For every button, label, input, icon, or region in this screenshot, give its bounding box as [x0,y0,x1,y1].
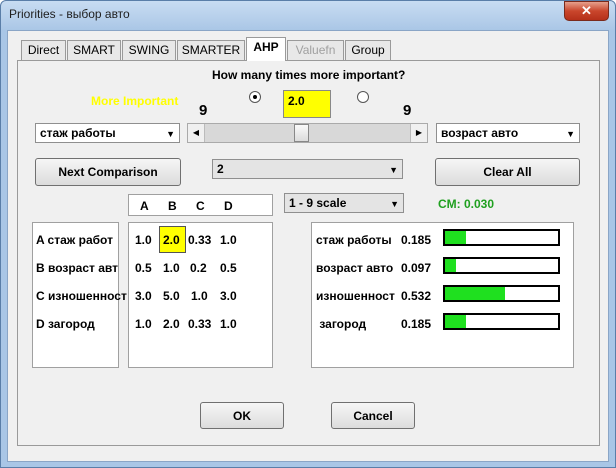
matrix-cell[interactable]: 2.0 [163,317,180,331]
matrix-cell[interactable]: 0.33 [188,233,211,247]
weight-label: стаж работы [316,233,392,247]
matrix-cell[interactable]: 3.0 [220,289,237,303]
tab-direct[interactable]: Direct [21,40,66,60]
slider-thumb[interactable] [294,124,310,142]
weight-bar [443,257,560,274]
slider-left-arrow-icon[interactable]: ◀ [188,124,205,142]
weight-bar [443,285,560,302]
weight-label: изношенност [316,289,395,303]
matrix-cell[interactable]: 1.0 [163,261,180,275]
tab-group[interactable]: Group [345,40,391,60]
matrix-col-header: C [196,199,205,213]
scale-right-label: 9 [403,102,412,119]
weight-value: 0.097 [401,261,432,275]
right-criterion-select[interactable]: возраст авто ▼ [436,123,580,143]
weight-bar-fill [445,287,506,300]
tab-valuefn: Valuefn [287,40,344,60]
title-bar[interactable]: Priorities - выбор авто ✕ [0,0,614,30]
ratio-value-field[interactable]: 2.0 [283,90,331,118]
matrix-values: 1.0 2.0 0.33 1.0 0.5 1.0 0.2 0.5 3.0 5.0… [128,222,273,368]
chevron-down-icon: ▼ [166,129,175,139]
slider-right-arrow-icon[interactable]: ▶ [410,124,427,142]
close-button[interactable]: ✕ [564,1,609,21]
window-title: Priorities - выбор авто [9,7,130,21]
scale-select[interactable]: 1 - 9 scale ▼ [284,193,404,213]
weight-label: загород [316,317,367,331]
left-criterion-value: стаж работы [40,126,116,140]
weight-bar-fill [445,259,456,272]
matrix-cell[interactable]: 1.0 [220,233,237,247]
chevron-down-icon: ▼ [389,165,398,175]
comparison-select-value: 2 [217,162,224,176]
question-label: How many times more important? [212,68,406,82]
ok-button[interactable]: OK [200,402,284,429]
matrix-row-labels: A стаж работ B возраст авт C изношенност… [32,222,127,368]
weight-bar [443,229,560,246]
weight-bar [443,313,560,330]
weight-value: 0.532 [401,289,432,303]
matrix-header: A B C D [128,194,273,216]
weight-bar-fill [445,315,466,328]
tab-swing[interactable]: SWING [122,40,176,60]
more-important-label: More Important [91,94,179,108]
matrix-col-header: A [140,199,149,213]
weights-panel: стаж работы 0.185 возраст авто 0.097 изн… [311,222,574,368]
matrix-row-label: A стаж работ [36,233,113,247]
matrix-cell[interactable]: 5.0 [163,289,180,303]
matrix-col-header: B [168,199,177,213]
tab-ahp[interactable]: AHP [246,37,286,61]
radio-right[interactable] [357,91,369,103]
weight-label: возраст авто [316,261,394,275]
comparison-select[interactable]: 2 ▼ [212,159,403,179]
importance-slider[interactable]: ◀ ▶ [187,123,428,143]
matrix-cell[interactable]: 2.0 [163,233,180,247]
matrix-cell[interactable]: 1.0 [191,289,208,303]
matrix-row-label: D загород [36,317,95,331]
weight-bar-fill [445,231,466,244]
matrix-cell[interactable]: 1.0 [135,233,152,247]
right-criterion-value: возраст авто [441,126,519,140]
matrix-cell[interactable]: 1.0 [220,317,237,331]
scale-left-label: 9 [199,102,208,119]
cancel-button[interactable]: Cancel [331,402,415,429]
consistency-measure: CM: 0.030 [438,197,495,211]
weight-value: 0.185 [401,317,432,331]
matrix-row-label: B возраст авт [36,261,119,275]
scale-select-value: 1 - 9 scale [289,196,347,210]
tab-smart[interactable]: SMART [67,40,121,60]
matrix-col-header: D [224,199,233,213]
matrix-cell[interactable]: 0.33 [188,317,211,331]
tab-smarter[interactable]: SMARTER [177,40,245,60]
chevron-down-icon: ▼ [566,129,575,139]
next-comparison-button[interactable]: Next Comparison [35,158,181,186]
matrix-cell[interactable]: 0.5 [135,261,152,275]
radio-left[interactable] [249,91,261,103]
matrix-cell[interactable]: 0.2 [190,261,207,275]
matrix-cell[interactable]: 3.0 [135,289,152,303]
left-criterion-select[interactable]: стаж работы ▼ [35,123,180,143]
radio-left-dot [253,95,257,99]
clear-all-button[interactable]: Clear All [435,158,580,186]
matrix-cell[interactable]: 0.5 [220,261,237,275]
weight-value: 0.185 [401,233,432,247]
chevron-down-icon: ▼ [390,199,399,209]
matrix-cell[interactable]: 1.0 [135,317,152,331]
matrix-row-label: C изношенност [36,289,127,303]
